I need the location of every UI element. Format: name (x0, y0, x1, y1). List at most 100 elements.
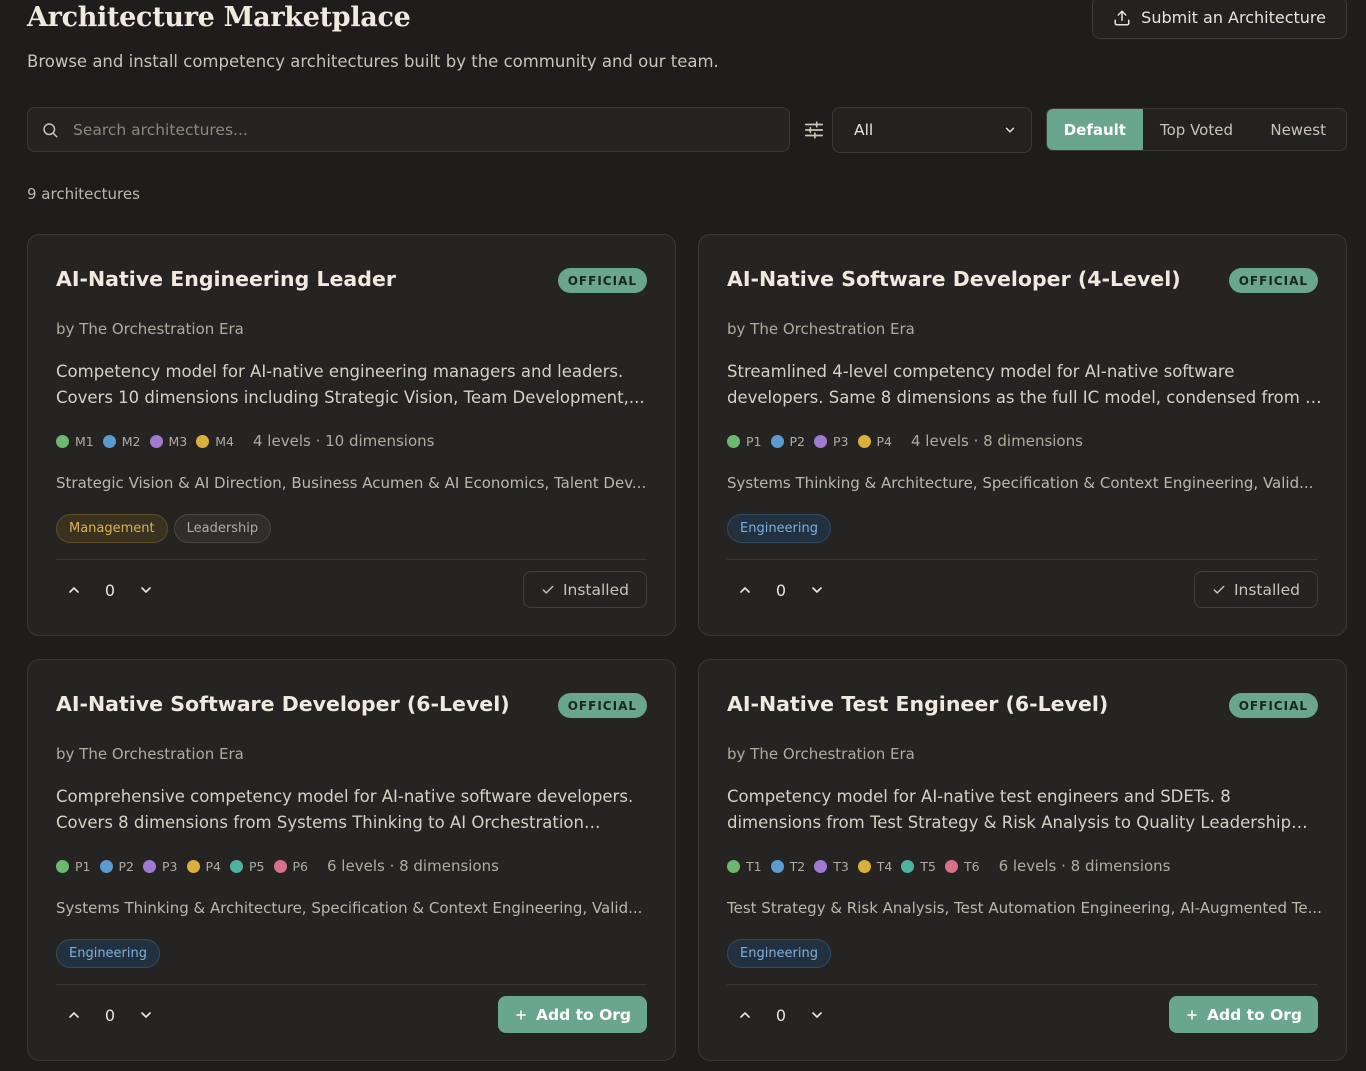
level-chip: P2 (770, 433, 806, 449)
sort-default-button[interactable]: Default (1047, 109, 1143, 150)
downvote-button[interactable] (136, 1005, 156, 1025)
upvote-button[interactable] (735, 1005, 755, 1025)
level-chip: T4 (857, 859, 892, 874)
level-label: T3 (833, 858, 849, 874)
card-action-label: Add to Org (536, 1005, 631, 1024)
levels-row: P1 P2 P3 P4 P5 P6 6 levels · 8 dimensions (56, 856, 499, 876)
page-title: Architecture Marketplace (27, 2, 411, 33)
sort-top-voted-button[interactable]: Top Voted (1143, 109, 1251, 150)
vote-control: 0 (735, 1005, 827, 1025)
card-title[interactable]: AI-Native Test Engineer (6-Level) (727, 692, 1108, 716)
level-dot (814, 434, 827, 448)
submit-architecture-button[interactable]: Submit an Architecture (1092, 0, 1347, 39)
tag-management[interactable]: Management (56, 514, 168, 543)
search-input[interactable] (59, 108, 789, 151)
downvote-button[interactable] (807, 1005, 827, 1025)
card-divider (56, 559, 647, 560)
card-action-label: Installed (562, 580, 629, 599)
category-select-value: All (854, 121, 874, 139)
official-badge: OFFICIAL (1228, 268, 1318, 293)
tag-engineering[interactable]: Engineering (727, 939, 831, 968)
card-title[interactable]: AI-Native Software Developer (6-Level) (56, 692, 510, 716)
level-label: P1 (75, 858, 91, 874)
level-dot (56, 859, 69, 873)
upvote-button[interactable] (735, 580, 755, 600)
architecture-card[interactable]: AI-Native Engineering Leader OFFICIAL by… (27, 234, 676, 636)
vote-count: 0 (775, 580, 787, 600)
card-author: by The Orchestration Era (727, 745, 915, 763)
card-description: Comprehensive competency model for AI-na… (56, 787, 634, 832)
chevron-up-icon (69, 587, 79, 593)
level-label: P2 (789, 433, 806, 449)
level-label: P6 (292, 858, 309, 874)
card-divider (56, 984, 647, 985)
level-dot (149, 434, 163, 448)
level-dot (814, 859, 828, 873)
card-dimensions: Test Strategy & Risk Analysis, Test Auto… (727, 899, 1322, 917)
card-action-label: Add to Org (1207, 1005, 1302, 1024)
tag-list: Engineering (56, 939, 160, 968)
level-chip: P6 (273, 858, 309, 874)
category-select[interactable]: All (832, 107, 1032, 153)
architecture-card[interactable]: AI-Native Software Developer (4-Level) O… (698, 234, 1347, 636)
level-dot (102, 434, 116, 448)
level-dot (857, 434, 871, 448)
plus-icon (516, 1009, 526, 1020)
levels-dimensions-meta: 6 levels · 8 dimensions (998, 857, 1171, 875)
card-author: by The Orchestration Era (56, 745, 244, 763)
tag-engineering[interactable]: Engineering (56, 939, 160, 968)
card-author: by The Orchestration Era (727, 320, 915, 338)
level-dot (770, 434, 784, 448)
level-label: P3 (162, 858, 178, 874)
card-divider (727, 559, 1318, 560)
upvote-button[interactable] (64, 580, 84, 600)
level-label: T2 (789, 858, 806, 874)
level-dot (56, 434, 69, 448)
level-label: P5 (249, 858, 265, 874)
level-chip: P5 (230, 859, 265, 874)
level-chip: T2 (770, 858, 806, 874)
card-description: Streamlined 4-level competency model for… (727, 362, 1316, 407)
vote-control: 0 (735, 580, 827, 600)
level-chip: P4 (857, 434, 892, 449)
add-to-org-button[interactable]: Add to Org (498, 996, 647, 1033)
architecture-card[interactable]: AI-Native Software Developer (6-Level) O… (27, 659, 676, 1061)
vote-count: 0 (104, 1005, 116, 1025)
card-divider (727, 984, 1318, 985)
installed-button[interactable]: Installed (522, 571, 647, 608)
card-title[interactable]: AI-Native Engineering Leader (56, 267, 396, 291)
card-title[interactable]: AI-Native Software Developer (4-Level) (727, 267, 1181, 291)
plus-icon (1187, 1009, 1197, 1020)
tag-engineering[interactable]: Engineering (727, 514, 831, 543)
upvote-button[interactable] (64, 1005, 84, 1025)
check-icon (542, 585, 554, 594)
chevron-down-icon (141, 587, 151, 593)
page-subtitle: Browse and install competency architectu… (27, 52, 719, 71)
vote-count: 0 (104, 580, 116, 600)
installed-button[interactable]: Installed (1193, 571, 1318, 608)
level-label: M2 (121, 433, 141, 449)
tag-list: Engineering (727, 514, 831, 543)
vote-control: 0 (64, 580, 156, 600)
tag-leadership[interactable]: Leadership (173, 514, 272, 543)
search-box (27, 107, 790, 152)
card-author: by The Orchestration Era (56, 320, 244, 338)
level-chip: M3 (149, 434, 187, 449)
downvote-button[interactable] (807, 580, 827, 600)
add-to-org-button[interactable]: Add to Org (1169, 996, 1318, 1033)
architecture-card[interactable]: AI-Native Test Engineer (6-Level) OFFICI… (698, 659, 1347, 1061)
level-label: P3 (833, 433, 849, 449)
level-chip: P2 (99, 858, 135, 874)
level-dot (273, 859, 287, 873)
sort-newest-button[interactable]: Newest (1250, 109, 1346, 150)
level-label: P2 (118, 858, 135, 874)
official-badge: OFFICIAL (557, 268, 647, 293)
search-icon (43, 122, 58, 137)
level-dot (857, 859, 871, 873)
official-badge: OFFICIAL (1228, 693, 1318, 718)
downvote-button[interactable] (136, 580, 156, 600)
filter-sliders-icon[interactable] (803, 119, 825, 141)
level-chip: T3 (814, 859, 849, 874)
level-dot (230, 859, 243, 873)
levels-row: M1 M2 M3 M4 4 levels · 10 dimensions (56, 431, 434, 451)
